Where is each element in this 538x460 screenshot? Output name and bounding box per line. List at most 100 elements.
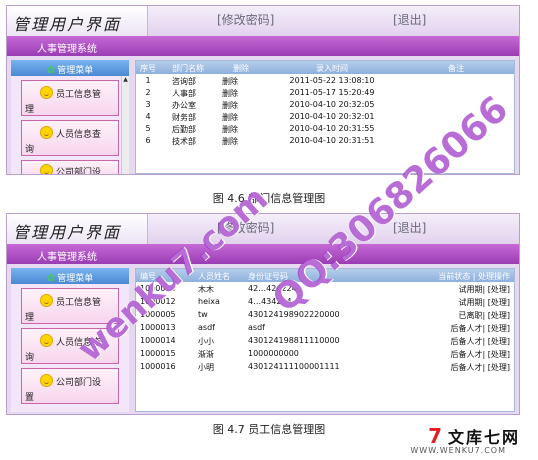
process-link[interactable]: 已离职| [处理] [394,308,514,321]
cell-entry-time: 2011-05-17 15:20:49 [289,88,375,97]
smiley-icon [40,164,53,174]
cell-id: 1000015 [140,349,176,358]
cell-no: 2 [145,88,151,97]
cell-entry-time: 2010-04-10 20:32:01 [289,112,375,121]
cell-id: 1000014 [140,336,176,345]
table-row: 3 办公室 删除 2010-04-10 20:32:05 [136,98,514,110]
clover-icon: ✿ [46,273,56,284]
side-menu-title: 管理菜单 [57,66,94,76]
process-link[interactable]: 后备人才| [处理] [394,334,514,347]
column-header-delete: 删除 [233,64,249,73]
cell-dept-name: 人事部 [172,89,196,98]
cell-dept-name: 技术部 [172,137,196,146]
change-password-link[interactable]: [修改密码] [217,11,274,28]
logout-link[interactable]: [退出] [393,11,426,28]
delete-link[interactable]: 删除 [216,134,266,146]
menu-item-label: 员工信息管 [56,90,102,100]
cell-dept-name: 后勤部 [172,125,196,134]
menu-item-employee-info[interactable]: 员工信息管 理 [21,80,119,116]
cell-note [398,86,514,98]
table-row: 1000014 小小 430124198811110000 后备人才| [处理] [136,334,514,347]
cell-dept-name: 财务部 [172,113,196,122]
menu-item-label-wrap: 询 [25,145,35,155]
cell-id-card: 4…434234 [248,297,292,306]
menu-item-department-settings[interactable]: 公司部门设 置 [21,368,119,404]
cell-no: 4 [145,112,151,121]
scroll-up-arrow-icon[interactable]: ▲ [122,76,129,83]
menu-item-personnel-query[interactable]: 人员信息查 询 [21,120,119,156]
delete-link[interactable]: 删除 [216,122,266,134]
menu-item-label-wrap: 询 [25,353,35,363]
table-row: 1000013 asdf asdf 后备人才| [处理] [136,321,514,334]
cell-note [398,74,514,86]
menu-item-label: 公司部门设 [56,378,102,388]
delete-link[interactable]: 删除 [216,86,266,98]
process-link[interactable]: 后备人才| [处理] [394,321,514,334]
table-row: 1000016 小明 430124111100001111 后备人才| [处理] [136,360,514,373]
cell-id-card: asdf [248,323,265,332]
system-title: 人事管理系统 [37,252,97,263]
cell-entry-time: 2011-05-22 13:08:10 [289,76,375,85]
cell-no: 3 [145,100,151,109]
table-header: 序号 部门名称 删除 录入时间 备注 [136,61,514,74]
smiley-icon [40,126,53,139]
system-title: 人事管理系统 [37,44,97,55]
cell-name: 渐渐 [198,350,214,359]
cell-name: tw [198,310,208,319]
menu-item-label-wrap: 理 [25,105,35,115]
menu-item-department-settings[interactable]: 公司部门设 [21,160,119,175]
brand-name: 文库七网 [447,428,520,447]
process-link[interactable]: 试用期| [处理] [394,282,514,295]
column-header-note: 备注 [448,64,464,73]
brand-url: WWW.WENKU7.COM [410,446,506,455]
cell-name: 小小 [198,337,214,346]
smiley-icon [40,294,53,307]
delete-link[interactable]: 删除 [216,74,266,86]
menu-item-label-wrap: 理 [25,313,35,323]
table-row: 1000015 渐渐 1000000000 后备人才| [处理] [136,347,514,360]
table-row: 1000012 heixa 4…434234 试用期| [处理] [136,295,514,308]
cell-entry-time: 2010-04-10 20:31:51 [289,136,375,145]
side-menu-scrollbar[interactable]: ▲ [121,76,129,174]
cell-entry-time: 2010-04-10 20:31:55 [289,124,375,133]
delete-link[interactable]: 删除 [216,98,266,110]
smiley-icon [40,334,53,347]
table-row: 1 咨询部 删除 2011-05-22 13:08:10 [136,74,514,86]
side-menu-header: ✿ 管理菜单 [11,60,129,76]
cell-name: 小明 [198,363,214,372]
side-menu-title: 管理菜单 [57,274,94,284]
column-header-dept-name: 部门名称 [172,64,204,73]
cell-entry-time: 2010-04-10 20:32:05 [289,100,375,109]
cell-id-card: 430124198902220000 [248,310,340,319]
cell-id: 1000016 [140,362,176,371]
table-row: 2 人事部 删除 2011-05-17 15:20:49 [136,86,514,98]
seven-logo-icon: 7 [428,424,444,448]
process-link[interactable]: 试用期| [处理] [394,295,514,308]
system-title-bar: 人事管理系统 [7,36,519,56]
menu-item-label-wrap: 置 [25,393,35,403]
app-logo: 管理用户界面 [7,214,148,244]
delete-link[interactable]: 删除 [216,110,266,122]
column-header-status: 当前状态 | 处理操作 [438,272,510,281]
cell-no: 5 [145,124,151,133]
process-link[interactable]: 后备人才| [处理] [394,347,514,360]
app-logo: 管理用户界面 [7,6,148,36]
cell-name: heixa [198,297,220,306]
menu-item-label: 人员信息查 [56,130,102,140]
table-row: 1000005 tw 430124198902220000 已离职| [处理] [136,308,514,321]
cell-id-card: 1000000000 [248,349,299,358]
cell-dept-name: 办公室 [172,101,196,110]
cell-no: 6 [145,136,151,145]
cell-dept-name: 咨询部 [172,77,196,86]
brand-logo: 7 文库七网 [428,424,520,448]
cell-id-card: 430124198811110000 [248,336,340,345]
menu-item-label: 公司部门设 [56,168,102,175]
top-bar: 管理用户界面 [修改密码] [退出] [7,6,519,36]
clover-icon: ✿ [46,65,56,76]
process-link[interactable]: 后备人才| [处理] [394,360,514,373]
column-header-entry-time: 录入时间 [316,64,348,73]
cell-no: 1 [145,76,151,85]
cell-id-card: 430124111100001111 [248,362,340,371]
smiley-icon [40,86,53,99]
employee-management-screenshot: 管理用户界面 [修改密码] [退出] 人事管理系统 ✿ 管理菜单 员工信息管 理 … [6,213,520,415]
